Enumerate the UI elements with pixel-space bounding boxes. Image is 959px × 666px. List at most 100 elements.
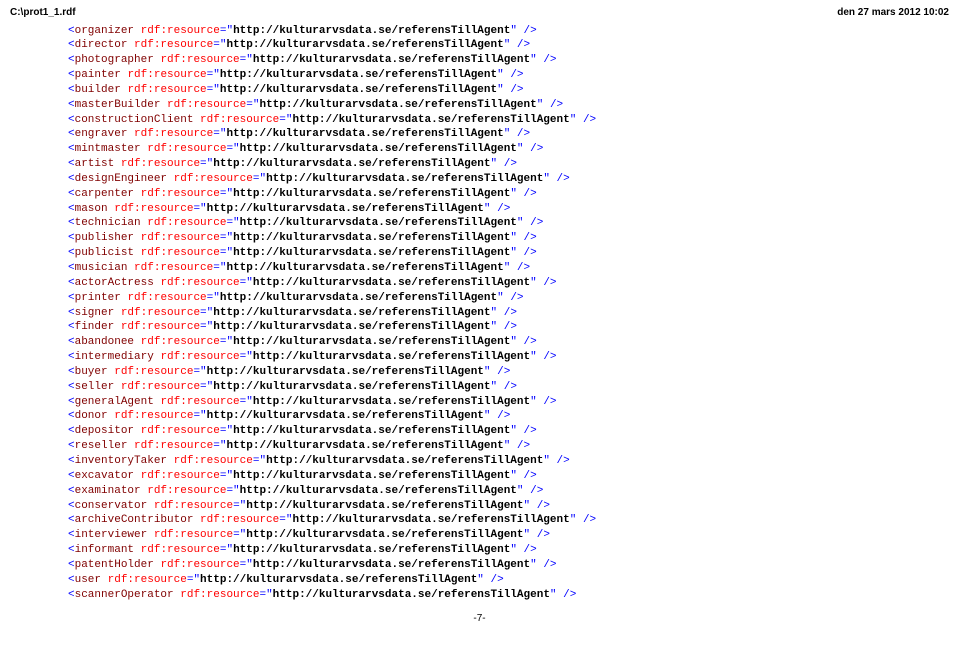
element-name: generalAgent: [75, 396, 154, 408]
attribute-name: rdf:resource: [134, 440, 213, 452]
attribute-name: rdf:resource: [141, 232, 220, 244]
angle-open: <: [68, 307, 75, 319]
self-close: />: [524, 336, 537, 348]
code-line: <abandonee rdf:resource="http://kulturar…: [68, 335, 949, 350]
attribute-value: http://kulturarvsdata.se/referensTillAge…: [226, 39, 503, 51]
element-name: interviewer: [75, 529, 148, 541]
attribute-name: rdf:resource: [167, 99, 246, 111]
equals-quote: =": [213, 39, 226, 51]
equals-quote: =": [193, 203, 206, 215]
element-name: printer: [75, 292, 121, 304]
self-close: />: [510, 69, 523, 81]
self-close: />: [543, 396, 556, 408]
quote-close: ": [484, 410, 491, 422]
angle-open: <: [68, 485, 75, 497]
element-name: mintmaster: [75, 143, 141, 155]
code-line: <actorActress rdf:resource="http://kultu…: [68, 276, 949, 291]
code-line: <photographer rdf:resource="http://kultu…: [68, 53, 949, 68]
element-name: donor: [75, 410, 108, 422]
attribute-name: rdf:resource: [127, 84, 206, 96]
self-close: />: [517, 440, 530, 452]
attribute-name: rdf:resource: [121, 158, 200, 170]
element-name: conservator: [75, 500, 148, 512]
angle-open: <: [68, 128, 75, 140]
quote-close: ": [484, 366, 491, 378]
code-line: <signer rdf:resource="http://kulturarvsd…: [68, 306, 949, 321]
code-line: <publicist rdf:resource="http://kulturar…: [68, 246, 949, 261]
code-line: <engraver rdf:resource="http://kulturarv…: [68, 127, 949, 142]
element-name: seller: [75, 381, 115, 393]
angle-open: <: [68, 410, 75, 422]
element-name: actorActress: [75, 277, 154, 289]
attribute-name: rdf:resource: [141, 188, 220, 200]
angle-open: <: [68, 440, 75, 452]
element-name: inventoryTaker: [75, 455, 167, 467]
attribute-name: rdf:resource: [160, 351, 239, 363]
angle-open: <: [68, 158, 75, 170]
element-name: user: [75, 574, 101, 586]
equals-quote: =": [200, 321, 213, 333]
self-close: />: [537, 529, 550, 541]
attribute-value: http://kulturarvsdata.se/referensTillAge…: [253, 559, 530, 571]
attribute-value: http://kulturarvsdata.se/referensTillAge…: [253, 277, 530, 289]
self-close: />: [517, 128, 530, 140]
file-path: C:\prot1_1.rdf: [10, 6, 76, 20]
code-line: <finder rdf:resource="http://kulturarvsd…: [68, 320, 949, 335]
code-line: <organizer rdf:resource="http://kulturar…: [68, 24, 949, 39]
page: C:\prot1_1.rdf den 27 mars 2012 10:02 <o…: [0, 0, 959, 636]
self-close: />: [524, 544, 537, 556]
quote-close: ": [477, 574, 484, 586]
self-close: />: [537, 500, 550, 512]
code-line: <technician rdf:resource="http://kultura…: [68, 216, 949, 231]
attribute-value: http://kulturarvsdata.se/referensTillAge…: [266, 455, 543, 467]
angle-open: <: [68, 292, 75, 304]
angle-open: <: [68, 381, 75, 393]
element-name: examinator: [75, 485, 141, 497]
element-name: engraver: [75, 128, 128, 140]
self-close: />: [504, 307, 517, 319]
quote-close: ": [530, 396, 537, 408]
self-close: />: [530, 143, 543, 155]
attribute-name: rdf:resource: [108, 574, 187, 586]
equals-quote: =": [207, 69, 220, 81]
quote-close: ": [537, 99, 544, 111]
quote-close: ": [543, 173, 550, 185]
attribute-name: rdf:resource: [127, 69, 206, 81]
quote-close: ": [524, 529, 531, 541]
self-close: />: [497, 203, 510, 215]
equals-quote: =": [213, 262, 226, 274]
element-name: mason: [75, 203, 108, 215]
element-name: technician: [75, 217, 141, 229]
element-name: designEngineer: [75, 173, 167, 185]
quote-close: ": [497, 69, 504, 81]
code-line: <inventoryTaker rdf:resource="http://kul…: [68, 454, 949, 469]
equals-quote: =": [240, 277, 253, 289]
equals-quote: =": [226, 217, 239, 229]
attribute-value: http://kulturarvsdata.se/referensTillAge…: [233, 232, 510, 244]
quote-close: ": [504, 39, 511, 51]
attribute-value: http://kulturarvsdata.se/referensTillAge…: [240, 217, 517, 229]
attribute-value: http://kulturarvsdata.se/referensTillAge…: [240, 485, 517, 497]
self-close: />: [517, 39, 530, 51]
self-close: />: [497, 410, 510, 422]
self-close: />: [504, 158, 517, 170]
angle-open: <: [68, 425, 75, 437]
angle-open: <: [68, 500, 75, 512]
code-line: <buyer rdf:resource="http://kulturarvsda…: [68, 365, 949, 380]
attribute-value: http://kulturarvsdata.se/referensTillAge…: [246, 500, 523, 512]
equals-quote: =": [253, 173, 266, 185]
self-close: />: [543, 277, 556, 289]
quote-close: ": [530, 54, 537, 66]
attribute-value: http://kulturarvsdata.se/referensTillAge…: [226, 440, 503, 452]
element-name: builder: [75, 84, 121, 96]
equals-quote: =": [240, 351, 253, 363]
equals-quote: =": [246, 99, 259, 111]
element-name: photographer: [75, 54, 154, 66]
quote-close: ": [543, 455, 550, 467]
element-name: artist: [75, 158, 115, 170]
code-line: <intermediary rdf:resource="http://kultu…: [68, 350, 949, 365]
angle-open: <: [68, 455, 75, 467]
attribute-value: http://kulturarvsdata.se/referensTillAge…: [292, 514, 569, 526]
angle-open: <: [68, 217, 75, 229]
attribute-name: rdf:resource: [147, 217, 226, 229]
